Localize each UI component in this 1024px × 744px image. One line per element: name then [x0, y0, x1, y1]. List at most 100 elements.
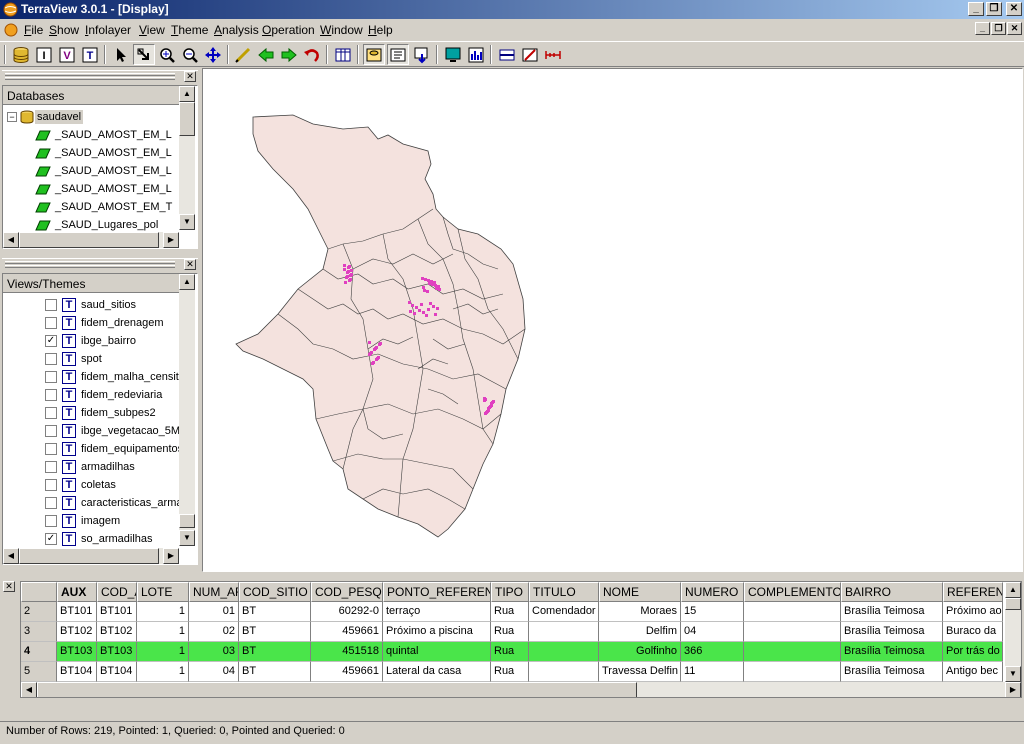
database-layer-item[interactable]: _SAUD_AMOST_EM_T [35, 198, 174, 216]
theme-item[interactable]: ✓ Tso_armadilhas [45, 530, 155, 548]
table-row[interactable]: 4 BT103 BT103 1 03 BT 451518 quintal Rua Golfinho… [21, 642, 1003, 662]
table-cell[interactable]: Moraes [599, 602, 681, 622]
table-cell[interactable]: 1 [137, 662, 189, 682]
menu-help[interactable]: Help [368, 23, 393, 37]
highlighted-feature[interactable] [413, 312, 416, 315]
query-spatial-icon[interactable] [411, 44, 433, 65]
grid-close-button[interactable]: ✕ [3, 581, 15, 592]
highlighted-feature[interactable] [420, 303, 423, 306]
scroll-thumb[interactable] [179, 102, 195, 136]
column-header[interactable]: TIPO [491, 582, 529, 602]
column-header[interactable]: NOME [599, 582, 681, 602]
zoom-out-icon[interactable] [179, 44, 201, 65]
scroll-down-icon[interactable]: ▼ [179, 530, 195, 546]
scroll-up-icon[interactable]: ▲ [179, 274, 195, 290]
highlighted-feature[interactable] [350, 269, 353, 272]
scroll-down-icon[interactable]: ▼ [1005, 666, 1021, 682]
theme-item[interactable]: Tcoletas [45, 476, 118, 494]
highlighted-feature[interactable] [434, 313, 437, 316]
highlighted-feature[interactable] [427, 279, 430, 282]
table-cell[interactable]: Brasília Teimosa [841, 662, 943, 682]
highlighted-feature[interactable] [434, 284, 437, 287]
column-header[interactable]: AUX [57, 582, 97, 602]
highlighted-feature[interactable] [487, 409, 490, 412]
graph-icon[interactable] [465, 44, 487, 65]
highlighted-feature[interactable] [421, 277, 424, 280]
databases-vscroll[interactable]: ▲ ▼ [179, 86, 195, 230]
grid-hscroll[interactable]: ◀ ▶ [21, 682, 1021, 697]
theme-checkbox[interactable] [45, 389, 57, 401]
child-close-button[interactable]: ✕ [1007, 22, 1022, 35]
menu-file[interactable]: File [24, 23, 43, 37]
highlighted-feature[interactable] [415, 306, 418, 309]
table-cell[interactable]: 01 [189, 602, 239, 622]
highlighted-feature[interactable] [343, 268, 346, 271]
table-cell[interactable] [529, 662, 599, 682]
highlighted-feature[interactable] [424, 278, 427, 281]
theme-t-icon[interactable]: T [79, 44, 101, 65]
table-cell[interactable]: 1 [137, 622, 189, 642]
table-cell[interactable]: BT104 [97, 662, 137, 682]
pointer-icon[interactable] [110, 44, 132, 65]
views-hscroll[interactable]: ◀ ▶ [3, 548, 179, 564]
scroll-right-icon[interactable]: ▶ [1005, 682, 1021, 697]
table-cell[interactable]: Rua [491, 662, 529, 682]
highlighted-feature[interactable] [349, 278, 352, 281]
table-cell[interactable] [744, 642, 841, 662]
scroll-up-icon[interactable]: ▲ [179, 86, 195, 102]
theme-item[interactable]: Timagem [45, 512, 122, 530]
table-cell[interactable]: Antigo bec [943, 662, 1003, 682]
table-cell[interactable]: BT101 [57, 602, 97, 622]
scroll-left-icon[interactable]: ◀ [3, 232, 19, 248]
highlighted-feature[interactable] [423, 289, 426, 292]
restore-button[interactable]: ❐ [986, 2, 1002, 16]
column-header[interactable]: COMPLEMENTO [744, 582, 841, 602]
highlighted-feature[interactable] [368, 353, 371, 356]
highlighted-feature[interactable] [347, 270, 350, 273]
table-cell[interactable]: Por trás do [943, 642, 1003, 662]
scroll-right-icon[interactable]: ▶ [163, 548, 179, 564]
menu-infolayer[interactable]: Infolayer [85, 23, 131, 37]
table-row[interactable]: 3 BT102 BT102 1 02 BT 459661 Próximo a piscina R… [21, 622, 1003, 642]
column-header[interactable]: COD_PESQ [311, 582, 383, 602]
theme-item[interactable]: Tarmadilhas [45, 458, 137, 476]
views-vscroll[interactable]: ▲ ▼ [179, 274, 195, 546]
theme-checkbox[interactable]: ✓ [45, 335, 57, 347]
database-layer-item[interactable]: _SAUD_AMOST_EM_L [35, 144, 174, 162]
highlighted-feature[interactable] [371, 362, 374, 365]
zoom-in-icon[interactable] [156, 44, 178, 65]
table-cell[interactable]: Buraco da [943, 622, 1003, 642]
row-number[interactable]: 2 [21, 602, 57, 622]
table-cell[interactable]: 04 [681, 622, 744, 642]
highlighted-feature[interactable] [422, 286, 425, 289]
table-cell[interactable]: 451518 [311, 642, 383, 662]
database-root[interactable]: − saudavel [7, 108, 84, 126]
table-cell[interactable]: BT [239, 602, 311, 622]
highlighted-feature[interactable] [490, 404, 493, 407]
theme-item[interactable]: Tspot [45, 350, 104, 368]
theme-item[interactable]: ✓ Tibge_bairro [45, 332, 138, 350]
highlighted-feature[interactable] [433, 281, 436, 284]
scroll-up-icon[interactable]: ▲ [1005, 582, 1021, 598]
menu-analysis[interactable]: Analysis [214, 23, 259, 37]
table-cell[interactable]: BT [239, 622, 311, 642]
theme-checkbox[interactable] [45, 371, 57, 383]
menu-view[interactable]: View [139, 23, 165, 37]
highlighted-feature[interactable] [408, 301, 411, 304]
scroll-left-icon[interactable]: ◀ [21, 682, 37, 697]
table-cell[interactable]: 1 [137, 602, 189, 622]
highlighted-feature[interactable] [350, 273, 353, 276]
table-cell[interactable]: Rua [491, 622, 529, 642]
highlighted-feature[interactable] [425, 314, 428, 317]
table-cell[interactable]: 459661 [311, 662, 383, 682]
highlighted-feature[interactable] [409, 310, 412, 313]
highlighted-feature[interactable] [426, 290, 429, 293]
highlighted-feature[interactable] [432, 305, 435, 308]
table-cell[interactable]: BT103 [97, 642, 137, 662]
menu-show[interactable]: Show [49, 23, 79, 37]
table-cell[interactable]: 03 [189, 642, 239, 662]
grid-vscroll[interactable]: ▲ ▼ [1005, 582, 1021, 682]
scroll-down-icon[interactable]: ▼ [179, 214, 195, 230]
map-svg[interactable] [203, 69, 1022, 571]
database-icon[interactable] [10, 44, 32, 65]
